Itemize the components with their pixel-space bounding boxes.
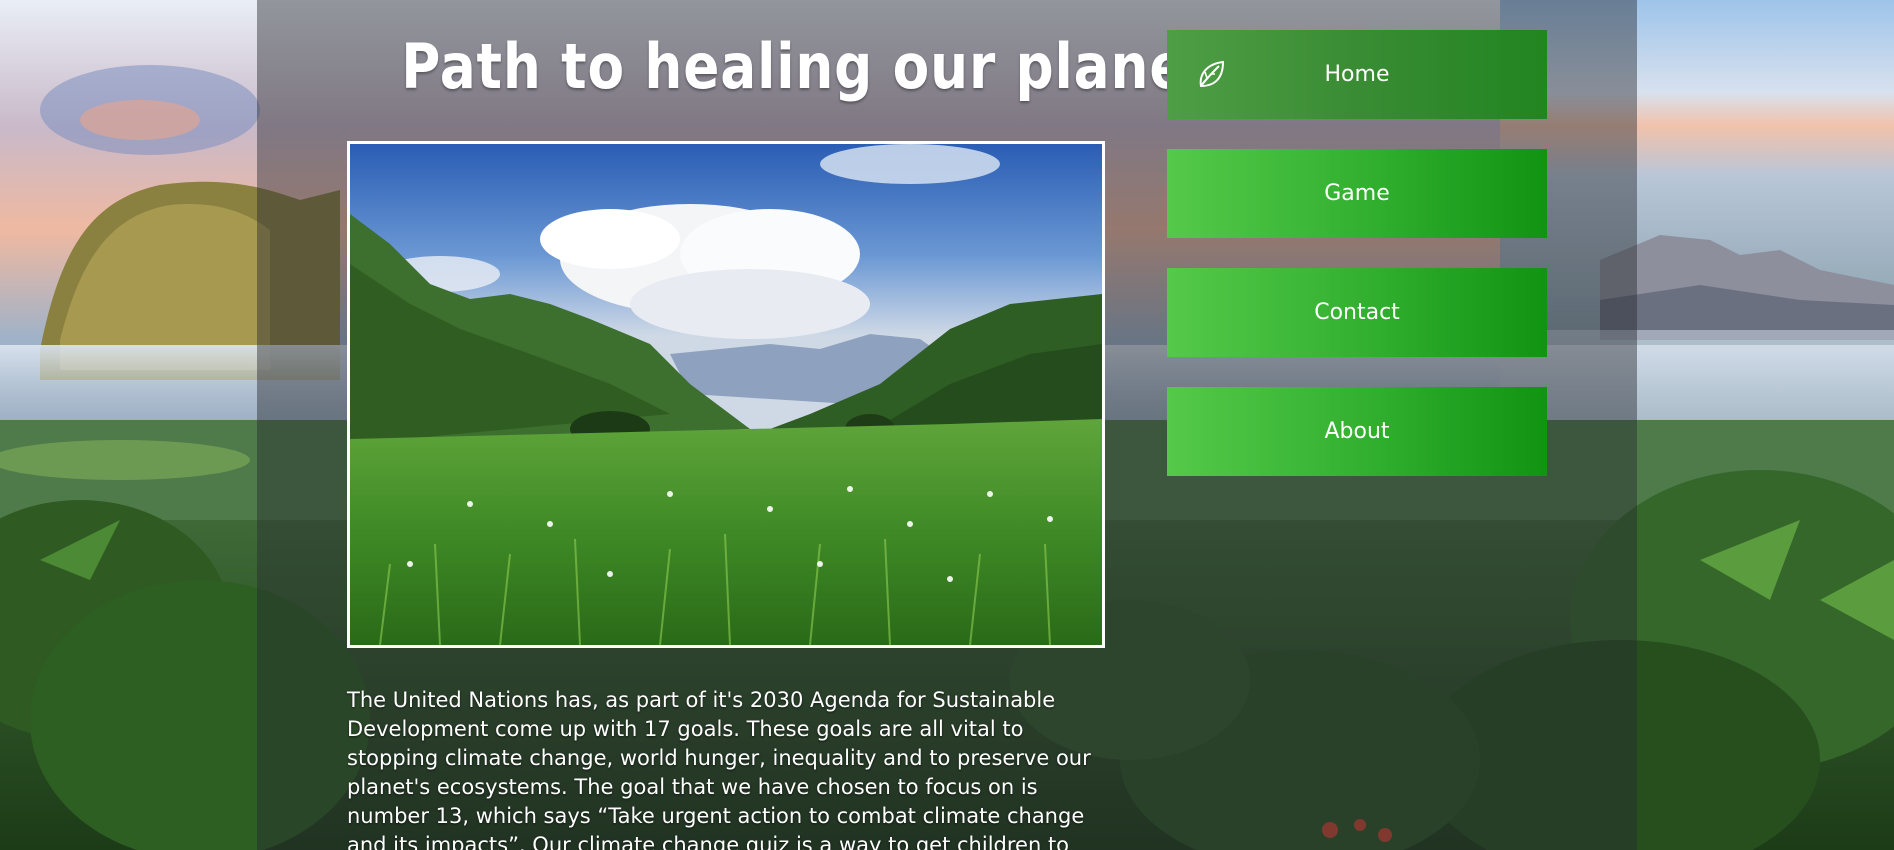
nav-game-label: Game xyxy=(1324,181,1390,206)
nav-about-button[interactable]: About xyxy=(1167,387,1547,476)
main-nav: Home Game Contact About xyxy=(1167,30,1547,506)
intro-line: stopping climate change, world hunger, i… xyxy=(347,746,1091,770)
intro-line: number 13, which says “Take urgent actio… xyxy=(347,804,1085,828)
intro-line: planet's ecosystems. The goal that we ha… xyxy=(347,775,1038,799)
nav-home-label: Home xyxy=(1324,62,1390,87)
page: Path to healing our planet The United Na… xyxy=(0,0,1894,850)
intro-line: The United Nations has, as part of it's … xyxy=(347,688,1056,712)
intro-line: Development come up with 17 goals. These… xyxy=(347,717,1024,741)
intro-paragraph: The United Nations has, as part of it's … xyxy=(347,686,1117,850)
intro-line: and its impacts”. Our climate change qui… xyxy=(347,833,1070,850)
nav-contact-label: Contact xyxy=(1314,300,1400,325)
page-title: Path to healing our planet xyxy=(401,30,1213,103)
meadow-mountains-image xyxy=(350,144,1102,645)
hero-image xyxy=(347,141,1105,648)
nav-contact-button[interactable]: Contact xyxy=(1167,268,1547,357)
leaf-icon xyxy=(1199,60,1225,88)
nav-home-button[interactable]: Home xyxy=(1167,30,1547,119)
nav-game-button[interactable]: Game xyxy=(1167,149,1547,238)
nav-about-label: About xyxy=(1324,419,1390,444)
